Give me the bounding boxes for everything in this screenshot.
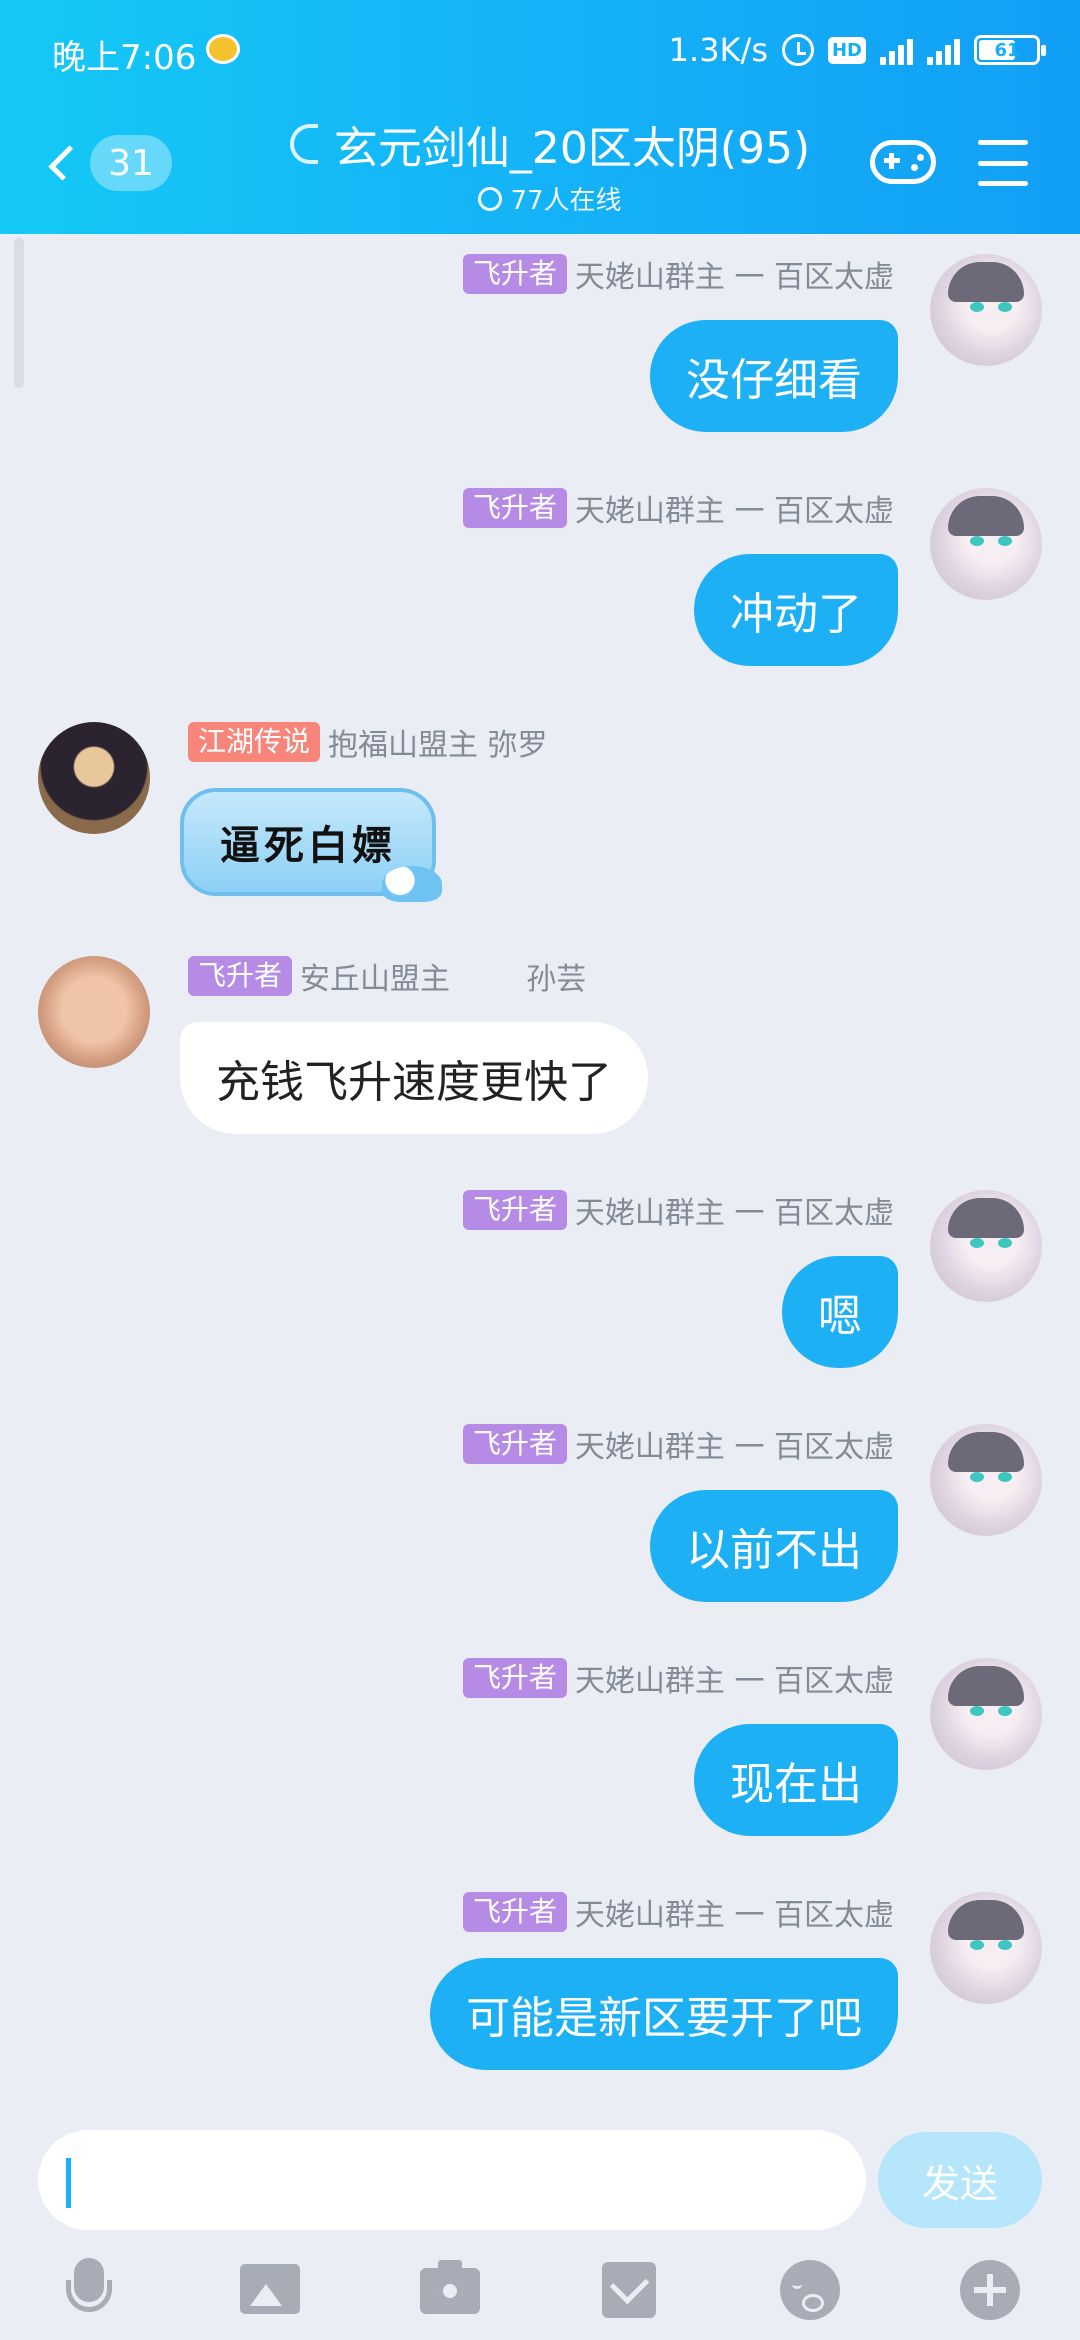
message-bubble[interactable]: 冲动了 bbox=[694, 554, 898, 666]
mic-icon[interactable] bbox=[60, 2258, 120, 2320]
notification-emoji-icon bbox=[206, 34, 240, 64]
title-badge: 飞升者 bbox=[462, 1658, 567, 1698]
sender-name: 安丘山盟主 孙芸 bbox=[300, 962, 587, 997]
sender-name: 抱福山盟主 弥罗 bbox=[328, 728, 548, 763]
sender-meta: 飞升者 安丘山盟主 孙芸 bbox=[188, 956, 587, 997]
group-title: 玄元剑仙_20区太阴(95) bbox=[333, 123, 811, 174]
title-badge: 飞升者 bbox=[462, 1190, 567, 1230]
title-badge: 飞升者 bbox=[462, 488, 567, 528]
message-bubble[interactable]: 没仔细看 bbox=[650, 320, 898, 432]
unread-count-badge: 31 bbox=[90, 135, 172, 191]
image-icon[interactable] bbox=[240, 2258, 300, 2320]
chat-header: 晚上7:06 1.3K/s HD 61 31 玄元剑仙_20区太阴(95) 77… bbox=[0, 0, 1080, 234]
menu-button[interactable] bbox=[978, 140, 1028, 186]
sender-meta: 飞升者 天姥山群主 一 百区太虚 bbox=[462, 488, 894, 529]
sender-name: 天姥山群主 一 百区太虚 bbox=[574, 494, 894, 529]
message-bubble[interactable]: 现在出 bbox=[694, 1724, 898, 1836]
avatar[interactable] bbox=[38, 722, 150, 834]
title-badge: 飞升者 bbox=[188, 956, 293, 996]
message-bubble[interactable]: 逼死白嫖 bbox=[180, 788, 442, 902]
signal-4g-icon bbox=[880, 35, 913, 65]
alarm-icon bbox=[781, 34, 814, 66]
gamepad-button[interactable] bbox=[870, 134, 938, 190]
camera-icon[interactable] bbox=[420, 2258, 480, 2320]
avatar[interactable] bbox=[930, 488, 1042, 600]
text-caret bbox=[66, 2158, 71, 2208]
sender-meta: 飞升者 天姥山群主 一 百区太虚 bbox=[462, 254, 894, 295]
online-count: 77人在线 bbox=[510, 186, 622, 216]
scrollbar[interactable] bbox=[14, 238, 24, 388]
title-badge: 江湖传说 bbox=[188, 722, 321, 762]
sender-meta: 飞升者 天姥山群主 一 百区太虚 bbox=[462, 1892, 894, 1933]
red-packet-icon[interactable] bbox=[600, 2258, 660, 2320]
online-check-icon bbox=[478, 186, 503, 211]
gamepad-icon bbox=[870, 140, 936, 184]
ear-icon bbox=[289, 124, 318, 164]
title-badge: 飞升者 bbox=[462, 1892, 567, 1932]
sender-meta: 飞升者 天姥山群主 一 百区太虚 bbox=[462, 1658, 894, 1699]
input-toolbar bbox=[0, 2252, 1080, 2332]
send-button[interactable]: 发送 bbox=[878, 2132, 1042, 2228]
status-time: 晚上7:06 bbox=[52, 38, 197, 78]
sender-name: 天姥山群主 一 百区太虚 bbox=[574, 1196, 894, 1231]
signal-icon bbox=[927, 35, 960, 65]
message-bubble[interactable]: 嗯 bbox=[782, 1256, 898, 1368]
back-button[interactable]: 31 bbox=[42, 128, 172, 198]
message-bubble[interactable]: 以前不出 bbox=[650, 1490, 898, 1602]
avatar[interactable] bbox=[38, 956, 150, 1068]
message-list[interactable]: 飞升者 天姥山群主 一 百区太虚 没仔细看 飞升者 天姥山群主 一 百区太虚 冲… bbox=[0, 234, 1080, 2124]
chat-title-area[interactable]: 玄元剑仙_20区太阴(95) 77人在线 bbox=[260, 112, 840, 217]
sender-meta: 飞升者 天姥山群主 一 百区太虚 bbox=[462, 1424, 894, 1465]
wave-decoration-icon bbox=[382, 866, 442, 902]
message-input[interactable] bbox=[38, 2130, 866, 2230]
battery-icon: 61 bbox=[974, 35, 1046, 65]
emoji-icon[interactable] bbox=[780, 2258, 840, 2320]
title-badge: 飞升者 bbox=[462, 1424, 567, 1464]
sender-name: 天姥山群主 一 百区太虚 bbox=[574, 260, 894, 295]
title-badge: 飞升者 bbox=[462, 254, 567, 294]
input-bar: 发送 bbox=[0, 2124, 1080, 2340]
hd-icon: HD bbox=[827, 36, 866, 64]
message-bubble[interactable]: 充钱飞升速度更快了 bbox=[180, 1022, 648, 1134]
back-chevron-icon bbox=[48, 145, 84, 181]
status-indicators: 1.3K/s HD 61 bbox=[668, 28, 1046, 72]
avatar[interactable] bbox=[930, 1658, 1042, 1770]
avatar[interactable] bbox=[930, 1190, 1042, 1302]
sender-name: 天姥山群主 一 百区太虚 bbox=[574, 1664, 894, 1699]
avatar[interactable] bbox=[930, 254, 1042, 366]
sender-meta: 江湖传说 抱福山盟主 弥罗 bbox=[188, 722, 548, 763]
avatar[interactable] bbox=[930, 1892, 1042, 2004]
status-bar: 晚上7:06 1.3K/s HD 61 bbox=[0, 0, 1080, 100]
plus-icon[interactable] bbox=[960, 2258, 1020, 2320]
network-speed: 1.3K/s bbox=[668, 31, 768, 69]
sender-meta: 飞升者 天姥山群主 一 百区太虚 bbox=[462, 1190, 894, 1231]
sender-name: 天姥山群主 一 百区太虚 bbox=[574, 1430, 894, 1465]
message-bubble[interactable]: 可能是新区要开了吧 bbox=[430, 1958, 898, 2070]
avatar[interactable] bbox=[930, 1424, 1042, 1536]
battery-level: 61 bbox=[994, 39, 1020, 61]
sender-name: 天姥山群主 一 百区太虚 bbox=[574, 1898, 894, 1933]
message-text: 逼死白嫖 bbox=[220, 822, 396, 869]
